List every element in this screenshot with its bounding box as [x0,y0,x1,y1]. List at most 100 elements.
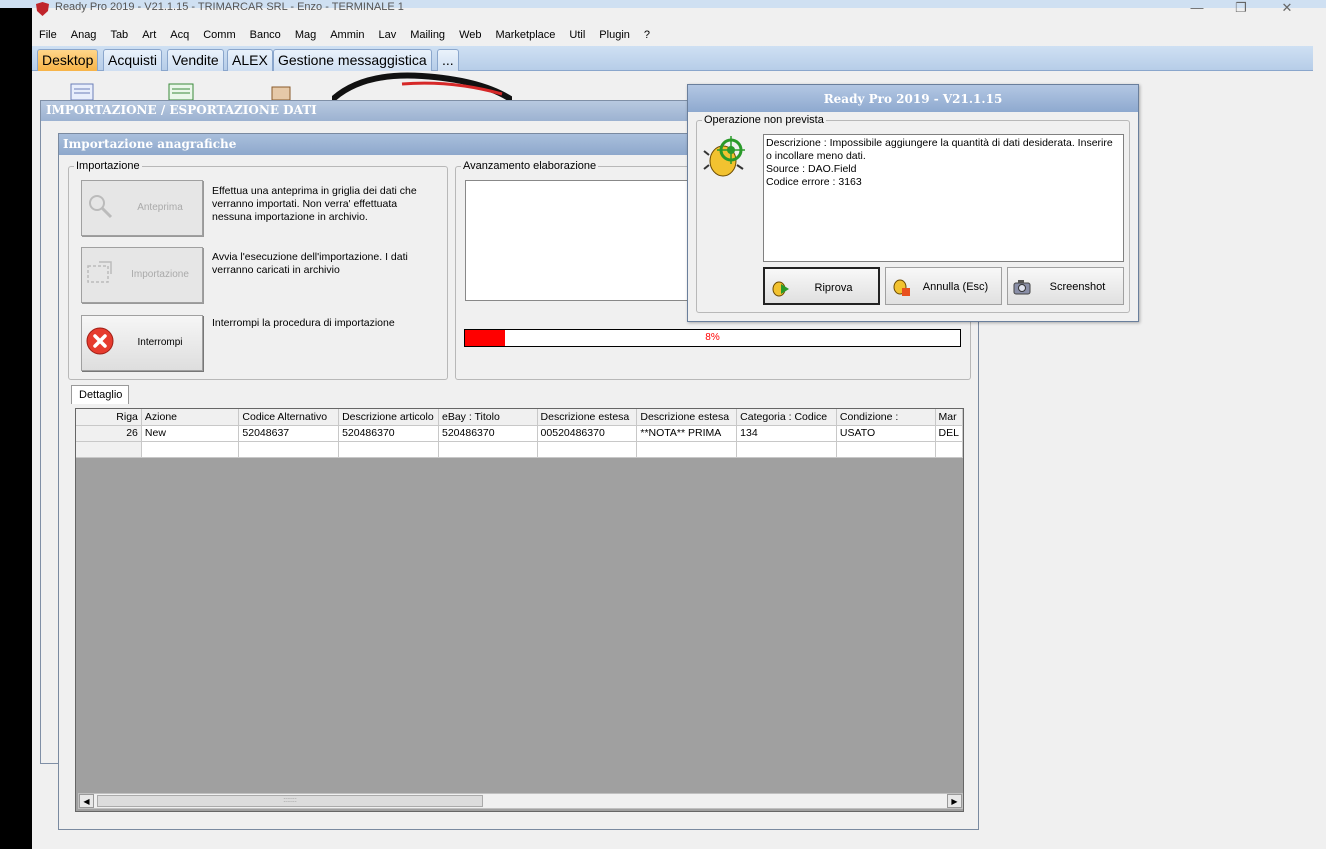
tab-desktop[interactable]: Desktop [37,49,99,71]
error-description: Descrizione : Impossibile aggiungere la … [766,137,1113,162]
empty-cell[interactable] [76,441,142,458]
window-title: Ready Pro 2019 - V21.1.15 - TRIMARCAR SR… [55,1,404,13]
menu-item-web[interactable]: Web [459,26,488,46]
desktop-box-icon[interactable] [268,83,294,101]
grid-column-header[interactable]: Condizione : [836,409,936,426]
grid-column-header[interactable]: Codice Alternativo [238,409,340,426]
error-dialog-title: Ready Pro 2019 - V21.1.15 [688,85,1138,112]
menu-item-mag[interactable]: Mag [295,26,323,46]
cancel-button[interactable]: Annulla (Esc) [885,267,1002,305]
grid-column-header[interactable]: Descrizione estesa [636,409,738,426]
grid-cell[interactable]: 520486370 [438,425,538,442]
progress-group-label: Avanzamento elaborazione [461,160,599,172]
menu-item-tab[interactable]: Tab [110,26,135,46]
import-group: Importazione Anteprima Effettua una ante… [68,160,448,380]
row-number-cell[interactable]: 26 [76,425,142,442]
menu-item-mailing[interactable]: Mailing [410,26,452,46]
close-button[interactable]: ✕ [1264,0,1310,18]
menu-item-acq[interactable]: Acq [170,26,196,46]
grid-cell[interactable]: 520486370 [338,425,439,442]
import-description: Avvia l'esecuzione dell'importazione. I … [212,251,408,276]
stop-button[interactable]: Interrompi [81,315,203,371]
grid-cell[interactable]: 134 [736,425,837,442]
scroll-right-icon[interactable]: ▶ [947,794,962,808]
error-dialog: Ready Pro 2019 - V21.1.15 Operazione non… [687,84,1139,322]
empty-cell[interactable] [141,441,240,458]
menu-bar: File Anag Tab Art Acq Comm Banco Mag Ammin Lav Mai… [32,26,1313,46]
desktop-sheet-icon[interactable] [168,83,194,101]
empty-cell[interactable] [238,441,340,458]
detail-grid[interactable]: Riga Azione Codice Alternativo Descrizione … [75,408,964,812]
scroll-thumb[interactable]: ::::::: [97,795,483,807]
window-titlebar: Ready Pro 2019 - V21.1.15 - TRIMARCAR SR… [0,0,1326,18]
empty-row[interactable] [76,441,963,458]
retry-button-label: Riprova [814,282,853,294]
tab-more[interactable]: ... [437,49,459,71]
grid-column-header[interactable]: eBay : Titolo [438,409,538,426]
cancel-button-label: Annulla (Esc) [922,281,989,293]
main-tab-bar: Desktop Acquisti Vendite ALEX Gestione m… [32,46,1313,71]
bug-retry-icon [772,281,789,297]
grid-cell[interactable]: New [141,425,240,442]
tab-gestione-messaggistica[interactable]: Gestione messaggistica [273,49,432,71]
menu-item-marketplace[interactable]: Marketplace [495,26,562,46]
menu-item-banco[interactable]: Banco [250,26,288,46]
menu-item-plugin[interactable]: Plugin [599,26,637,46]
detail-table: Riga Azione Codice Alternativo Descrizione … [76,409,963,458]
error-group-label: Operazione non prevista [702,114,826,126]
grid-column-header[interactable]: Mar [935,409,963,426]
grid-cell[interactable]: USATO [836,425,936,442]
preview-description: Effettua una anteprima in griglia dei da… [212,185,417,223]
menu-item-util[interactable]: Util [569,26,592,46]
grid-column-header[interactable]: Categoria : Codice [736,409,837,426]
table-row[interactable]: 26 New 52048637 520486370 520486370 005204863… [76,425,963,442]
menu-item-file[interactable]: File [39,26,64,46]
import-export-window-title: IMPORTAZIONE / ESPORTAZIONE DATI [41,101,729,121]
grid-cell[interactable]: 52048637 [238,425,340,442]
error-code: Codice errore : 3163 [766,176,862,188]
grid-column-header[interactable]: Descrizione articolo [338,409,439,426]
scroll-left-icon[interactable]: ◀ [79,794,94,808]
menu-item-anag[interactable]: Anag [71,26,104,46]
grid-column-header[interactable]: Riga [76,409,142,426]
empty-cell[interactable] [438,441,538,458]
menu-item-lav[interactable]: Lav [378,26,403,46]
tab-alex[interactable]: ALEX [227,49,273,71]
empty-cell[interactable] [636,441,738,458]
empty-cell[interactable] [338,441,439,458]
grid-header-row: Riga Azione Codice Alternativo Descrizione … [76,409,963,426]
grid-column-header[interactable]: Descrizione estesa [537,409,638,426]
empty-cell[interactable] [935,441,963,458]
empty-cell[interactable] [537,441,638,458]
import-group-label: Importazione [74,160,142,172]
error-message-box: Descrizione : Impossibile aggiungere la … [763,134,1124,262]
desktop-list-icon[interactable] [70,83,94,101]
import-button[interactable]: Importazione [81,247,203,303]
app-shield-icon [36,2,49,16]
preview-button[interactable]: Anteprima [81,180,203,236]
horizontal-scrollbar[interactable]: ◀ ::::::: ▶ [78,793,963,809]
tab-dettaglio[interactable]: Dettaglio [71,385,129,404]
screenshot-button[interactable]: Screenshot [1007,267,1124,305]
import-button-label: Importazione [131,269,189,280]
retry-button[interactable]: Riprova [763,267,880,305]
maximize-button[interactable]: ❐ [1218,0,1264,18]
tab-acquisti[interactable]: Acquisti [103,49,163,71]
grid-cell[interactable]: **NOTA** PRIMA [636,425,738,442]
menu-item-help[interactable]: ? [644,26,657,46]
bug-cancel-icon [893,279,910,296]
stop-button-label: Interrompi [137,337,183,348]
progress-bar: 8% [464,329,961,347]
minimize-button[interactable]: — [1174,0,1220,18]
menu-item-art[interactable]: Art [142,26,163,46]
grid-cell[interactable]: 00520486370 [537,425,638,442]
menu-item-comm[interactable]: Comm [203,26,242,46]
empty-cell[interactable] [736,441,837,458]
grid-cell[interactable]: DEL [935,425,963,442]
menu-item-ammin[interactable]: Ammin [330,26,371,46]
camera-icon [1013,280,1031,295]
empty-cell[interactable] [836,441,936,458]
tab-vendite[interactable]: Vendite [167,49,224,71]
grid-column-header[interactable]: Azione [141,409,240,426]
preview-button-label: Anteprima [137,202,183,213]
